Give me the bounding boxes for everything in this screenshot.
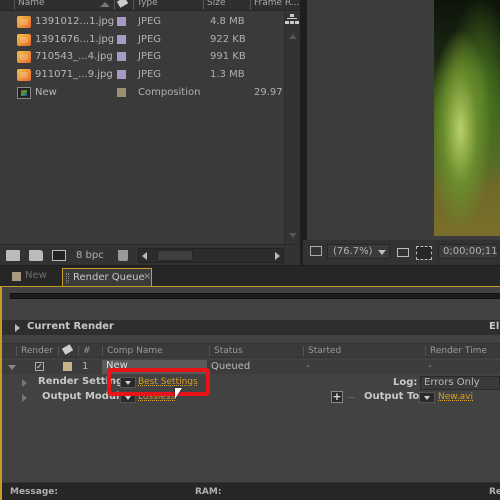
column-label[interactable] [114, 0, 133, 10]
new-folder-icon[interactable] [29, 250, 43, 261]
column-name[interactable]: Name [14, 0, 114, 10]
jpeg-file-icon [17, 34, 31, 46]
composition-icon [17, 87, 31, 99]
output-to-link[interactable]: New.avi [438, 392, 473, 402]
status-text: Queued [211, 361, 251, 372]
expand-triangle-icon[interactable] [15, 324, 20, 332]
column-frame-rate[interactable]: Frame R... [250, 0, 300, 10]
project-horizontal-scrollbar[interactable] [138, 248, 284, 263]
project-item[interactable]: 1391012...1.jpg JPEG 4.8 MB [0, 13, 284, 31]
always-preview-icon[interactable] [310, 246, 322, 256]
expand-output-module-icon[interactable] [22, 394, 27, 402]
chevron-down-icon [378, 250, 386, 255]
column-number[interactable]: # [78, 346, 91, 356]
remove-output-module-button[interactable]: − [347, 391, 356, 404]
mouse-cursor-icon [175, 388, 182, 399]
resolution-grid-icon[interactable] [397, 248, 409, 257]
project-column-header: Name Type Size Frame R... [0, 0, 300, 11]
scroll-right-icon[interactable] [275, 252, 280, 260]
add-output-module-button[interactable]: + [331, 391, 343, 403]
log-dropdown[interactable]: Errors Only [420, 376, 500, 390]
label-color-swatch[interactable] [117, 35, 126, 44]
scrollbar-thumb[interactable] [157, 250, 193, 261]
column-status[interactable]: Status [209, 346, 243, 356]
column-label[interactable] [58, 344, 74, 356]
tag-icon [61, 344, 74, 355]
region-of-interest-icon[interactable] [416, 246, 432, 260]
viewer-image [434, 0, 500, 236]
jpeg-file-icon [17, 51, 31, 63]
project-list: 1391012...1.jpg JPEG 4.8 MB 1391676...1.… [0, 12, 284, 237]
project-item[interactable]: New Composition 29.97 [0, 84, 284, 102]
composition-color-swatch [12, 272, 21, 281]
sort-ascending-icon [100, 2, 110, 7]
label-color-swatch[interactable] [117, 88, 126, 97]
color-depth-button[interactable]: 8 bpc [76, 250, 104, 261]
scroll-left-icon[interactable] [142, 252, 147, 260]
label-color-swatch[interactable] [117, 70, 126, 79]
column-render[interactable]: Render [16, 346, 53, 356]
current-render-bar: Current Render El [2, 320, 500, 335]
interpret-footage-icon[interactable] [6, 250, 20, 261]
expand-render-settings-icon[interactable] [22, 379, 27, 387]
render-status-bar: Message: RAM: Re [2, 482, 500, 500]
magnification-dropdown[interactable]: (76.7%) [327, 244, 390, 259]
project-item[interactable]: 911071_...9.jpg JPEG 1.3 MB [0, 66, 284, 84]
close-tab-icon[interactable]: × [143, 271, 151, 282]
jpeg-file-icon [17, 16, 31, 28]
column-comp-name[interactable]: Comp Name [102, 346, 163, 356]
project-item[interactable]: 710543_...4.jpg JPEG 991 KB [0, 48, 284, 66]
output-to-dropdown[interactable] [419, 392, 435, 403]
render-queue-column-header: Render # Comp Name Status Started Render… [2, 343, 500, 358]
label-color-swatch[interactable] [63, 362, 72, 371]
trash-icon[interactable] [118, 250, 128, 261]
column-started[interactable]: Started [303, 346, 341, 356]
render-queue-item[interactable]: ✓ 1 New Queued - - [2, 360, 500, 374]
column-type[interactable]: Type [133, 0, 203, 10]
label-color-swatch[interactable] [117, 52, 126, 61]
current-time-display[interactable]: 0;00;00;11 [438, 244, 498, 259]
project-footer: 8 bpc [0, 244, 300, 265]
column-render-time[interactable]: Render Time [425, 346, 487, 356]
tag-icon [116, 0, 129, 8]
label-color-swatch[interactable] [117, 17, 126, 26]
drag-grip-icon[interactable] [66, 273, 69, 283]
tab-render-queue[interactable]: Render Queue × [62, 268, 152, 287]
project-vertical-scrollbar[interactable] [284, 12, 300, 244]
highlight-annotation [107, 368, 210, 396]
column-size[interactable]: Size [203, 0, 248, 10]
render-progress-bar [10, 293, 500, 299]
scroll-down-icon[interactable] [289, 233, 297, 238]
collapse-triangle-icon[interactable] [8, 365, 16, 370]
project-item[interactable]: 1391676...1.jpg JPEG 922 KB [0, 31, 284, 49]
scroll-up-icon[interactable] [289, 34, 297, 39]
jpeg-file-icon [17, 69, 31, 81]
flowchart-icon[interactable] [285, 13, 299, 27]
render-checkbox[interactable]: ✓ [35, 362, 44, 371]
new-composition-icon[interactable] [52, 250, 66, 261]
